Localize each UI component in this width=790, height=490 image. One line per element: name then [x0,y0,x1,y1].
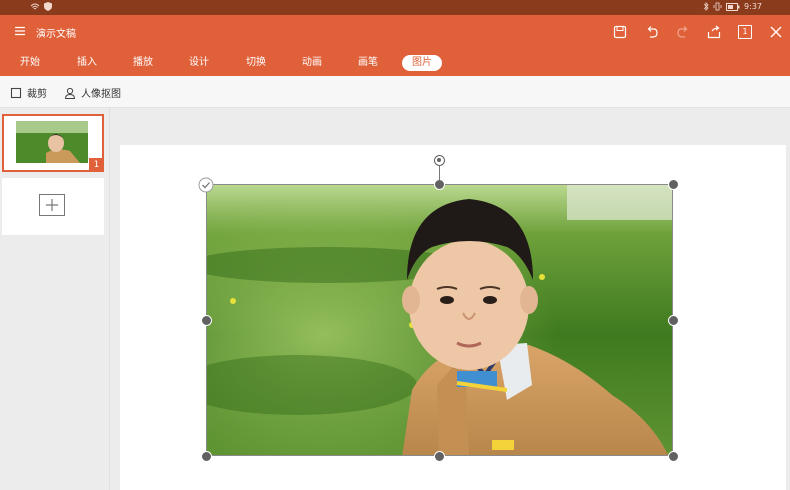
resize-handle-bottom-right[interactable] [668,451,679,462]
portrait-cutout-label: 人像抠图 [81,89,121,100]
photo-image [207,185,672,455]
resize-handle-top[interactable] [434,179,445,190]
slides-panel: 1 [0,108,110,490]
tab-transition[interactable]: 切换 [246,55,266,71]
tab-pen[interactable]: 画笔 [358,55,378,71]
document-title: 演示文稿 [36,29,76,40]
menu-icon[interactable] [14,25,26,37]
slide-count-label: 1 [742,27,748,36]
rotate-handle-dot [437,158,441,162]
tab-start[interactable]: 开始 [20,55,40,71]
selected-photo[interactable] [206,184,673,456]
slide-number: 1 [89,158,104,172]
ribbon-tabs: 开始 插入 播放 设计 切换 动画 画笔 图片 [0,50,790,76]
resize-handle-left[interactable] [201,315,212,326]
shield-icon [44,2,52,11]
crop-label: 裁剪 [27,89,47,100]
crop-icon [10,87,22,98]
picture-toolbar: 裁剪 人像抠图 [0,76,790,108]
resize-handle-bottom-left[interactable] [201,451,212,462]
status-bar: 9:37 [0,0,790,15]
crop-button[interactable]: 裁剪 [10,85,47,100]
add-slide-button[interactable] [2,178,104,235]
plus-icon [39,194,65,216]
slide-count-icon[interactable]: 1 [738,25,752,39]
share-icon[interactable] [707,25,721,39]
tab-play[interactable]: 播放 [133,55,153,71]
thumbnail-image [16,121,88,163]
resize-handle-right[interactable] [668,315,679,326]
status-time: 9:37 [744,2,762,11]
rotation-stem [439,166,440,180]
rotate-handle[interactable] [434,155,445,166]
tab-picture[interactable]: 图片 [402,55,442,71]
battery-icon [726,2,740,11]
tab-insert[interactable]: 插入 [77,55,97,71]
resize-handle-top-right[interactable] [668,179,679,190]
undo-icon[interactable] [645,25,659,39]
resize-handle-bottom[interactable] [434,451,445,462]
close-icon[interactable] [769,25,783,39]
title-bar: 演示文稿 1 [0,15,790,50]
vibrate-icon [713,2,722,11]
tab-animation[interactable]: 动画 [302,55,322,71]
tab-design[interactable]: 设计 [189,55,209,71]
person-icon [64,87,76,99]
slide-thumbnail[interactable]: 1 [2,114,104,172]
bluetooth-icon [703,2,709,11]
portrait-cutout-button[interactable]: 人像抠图 [64,85,121,100]
wifi-icon [30,3,40,9]
redo-icon[interactable] [676,25,690,39]
selection-check-icon[interactable] [198,177,214,193]
save-icon[interactable] [613,25,627,39]
